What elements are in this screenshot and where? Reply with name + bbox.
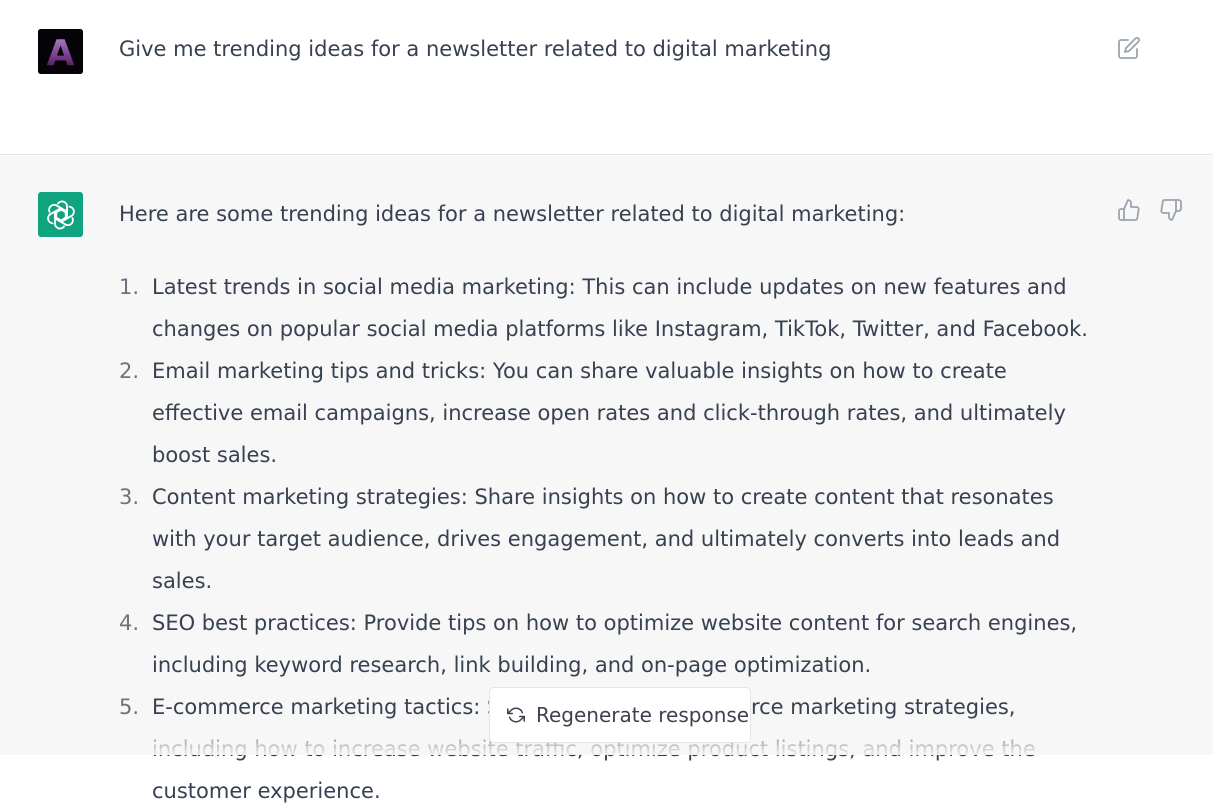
svg-text:A: A <box>47 33 75 74</box>
list-item: 3. Content marketing strategies: Share in… <box>119 476 1104 602</box>
list-number: 5. <box>119 695 140 719</box>
thumbs-down-icon <box>1160 199 1182 221</box>
list-item: 1. Latest trends in social media marketin… <box>119 266 1104 350</box>
edit-icon <box>1118 37 1140 59</box>
assistant-message-row: Here are some trending ideas for a newsl… <box>0 156 1213 803</box>
thumbs-down-button[interactable] <box>1157 196 1185 224</box>
list-item-text: Latest trends in social media marketing:… <box>152 275 1088 341</box>
list-number: 3. <box>119 485 140 509</box>
assistant-intro-text: Here are some trending ideas for a newsl… <box>119 202 906 226</box>
edit-message-button[interactable] <box>1115 34 1143 62</box>
refresh-icon <box>507 707 525 723</box>
list-number: 1. <box>119 275 140 299</box>
chatgpt-avatar <box>38 192 83 237</box>
list-item: 2. Email marketing tips and tricks: You c… <box>119 350 1104 476</box>
list-item: 4. SEO best practices: Provide tips on ho… <box>119 602 1104 686</box>
user-message-text: Give me trending ideas for a newsletter … <box>119 37 832 61</box>
list-item-text: SEO best practices: Provide tips on how … <box>152 611 1078 677</box>
user-avatar: A <box>38 29 83 74</box>
list-number: 2. <box>119 359 140 383</box>
thumbs-up-icon <box>1118 199 1140 221</box>
list-item-text: Email marketing tips and tricks: You can… <box>152 359 1066 467</box>
regenerate-response-button[interactable]: Regenerate response <box>489 687 751 743</box>
thumbs-up-button[interactable] <box>1115 196 1143 224</box>
regenerate-label: Regenerate response <box>536 703 750 727</box>
openai-logo-icon <box>46 200 75 229</box>
list-item-text: Content marketing strategies: Share insi… <box>152 485 1061 593</box>
user-message-row: A Give me trending ideas for a newslette… <box>0 0 1213 155</box>
list-number: 4. <box>119 611 140 635</box>
